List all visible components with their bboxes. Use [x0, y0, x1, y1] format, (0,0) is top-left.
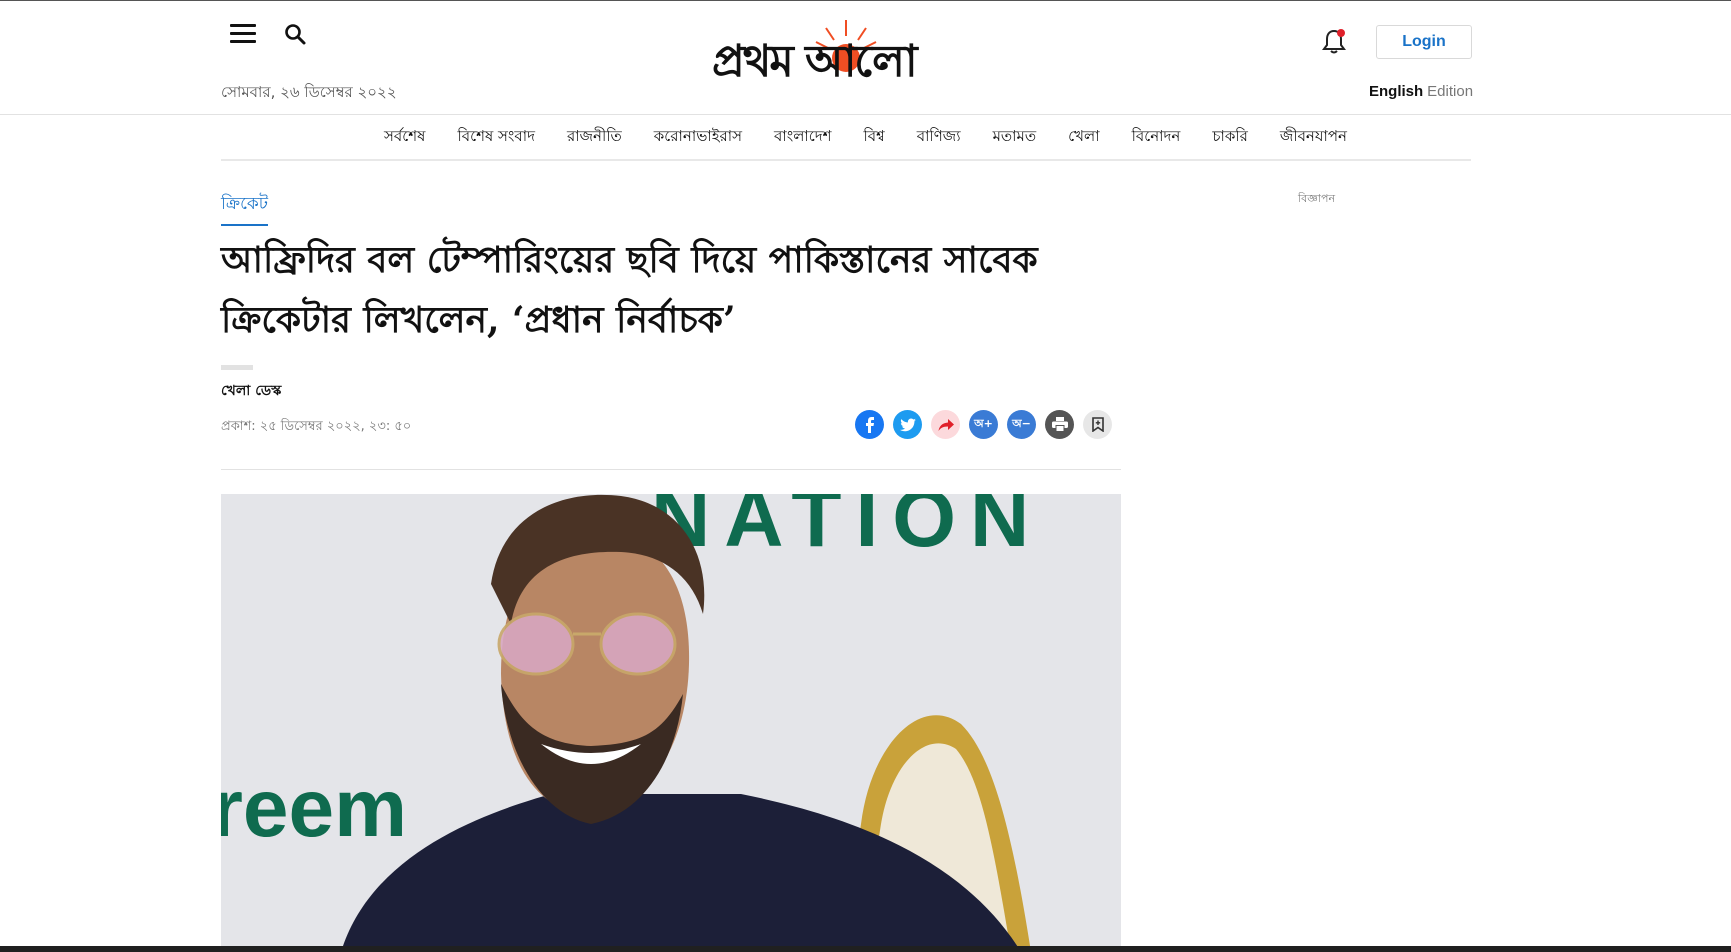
font-increase-button[interactable]: অ+	[969, 410, 998, 439]
share-arrow-icon	[938, 418, 954, 431]
nav-divider	[221, 159, 1471, 161]
bookmark-button[interactable]	[1083, 410, 1112, 439]
photo-backdrop-text-top: NATION	[651, 494, 1043, 564]
logo-wordmark: প্রথম আলো	[712, 36, 918, 87]
font-decrease-button[interactable]: অ−	[1007, 410, 1036, 439]
article-photo[interactable]: NATION reem	[221, 494, 1121, 952]
byline-separator	[221, 365, 253, 370]
edition-language[interactable]: English	[1369, 83, 1423, 100]
article-photo-illustration: NATION reem	[221, 494, 1121, 952]
login-button[interactable]: Login	[1376, 25, 1472, 59]
nav-item-special-news[interactable]: বিশেষ সংবাদ	[457, 125, 535, 150]
nav-item-bangladesh[interactable]: বাংলাদেশ	[774, 125, 831, 150]
bookmark-icon	[1091, 417, 1104, 432]
nav-item-entertainment[interactable]: বিনোদন	[1132, 125, 1181, 150]
meta-divider	[221, 469, 1121, 470]
share-toolbar: অ+ অ−	[855, 410, 1121, 439]
article-headline: আফ্রিদির বল টেম্পারিংয়ের ছবি দিয়ে পাকি…	[221, 239, 1038, 341]
article-author[interactable]: খেলা ডেস্ক	[221, 379, 281, 403]
search-icon[interactable]	[283, 22, 307, 46]
nav-item-opinion[interactable]: মতামত	[993, 125, 1037, 150]
advertisement-label: বিজ্ঞাপন	[1298, 192, 1336, 205]
article-category[interactable]: ক্রিকেট	[221, 191, 269, 226]
nav-item-sports[interactable]: খেলা	[1068, 125, 1099, 150]
nav-item-world[interactable]: বিশ্ব	[864, 125, 885, 150]
nav-item-business[interactable]: বাণিজ্য	[917, 125, 961, 150]
current-date: সোমবার, ২৬ ডিসেম্বর ২০২২	[221, 83, 397, 101]
print-button[interactable]	[1045, 410, 1074, 439]
nav-item-lifestyle[interactable]: জীবনযাপন	[1280, 125, 1347, 150]
nav-item-jobs[interactable]: চাকরি	[1212, 125, 1247, 150]
facebook-icon	[865, 416, 874, 433]
edition-label: Edition	[1427, 83, 1474, 100]
edition-switch[interactable]: English Edition	[1369, 83, 1473, 100]
site-header: সোমবার, ২৬ ডিসেম্বর ২০২২ প্রথম আলো Login…	[0, 0, 1731, 115]
notification-bell-icon[interactable]	[1321, 27, 1347, 55]
twitter-share-button[interactable]	[893, 410, 922, 439]
facebook-share-button[interactable]	[855, 410, 884, 439]
print-icon	[1051, 417, 1068, 432]
menu-icon[interactable]	[230, 24, 256, 44]
nav-item-coronavirus[interactable]: করোনাভাইরাস	[654, 125, 742, 150]
share-button[interactable]	[931, 410, 960, 439]
twitter-icon	[899, 418, 916, 431]
nav-item-latest[interactable]: সর্বশেষ	[384, 125, 425, 150]
nav-item-politics[interactable]: রাজনীতি	[567, 125, 622, 150]
photo-backdrop-text-side: reem	[221, 763, 407, 854]
os-taskbar	[0, 946, 1731, 952]
published-time: প্রকাশ: ২৫ ডিসেম্বর ২০২২, ২৩: ৫০	[221, 419, 412, 434]
prothom-alo-logo[interactable]: প্রথম আলো	[712, 14, 982, 87]
main-nav: সর্বশেষ বিশেষ সংবাদ রাজনীতি করোনাভাইরাস …	[0, 115, 1731, 160]
